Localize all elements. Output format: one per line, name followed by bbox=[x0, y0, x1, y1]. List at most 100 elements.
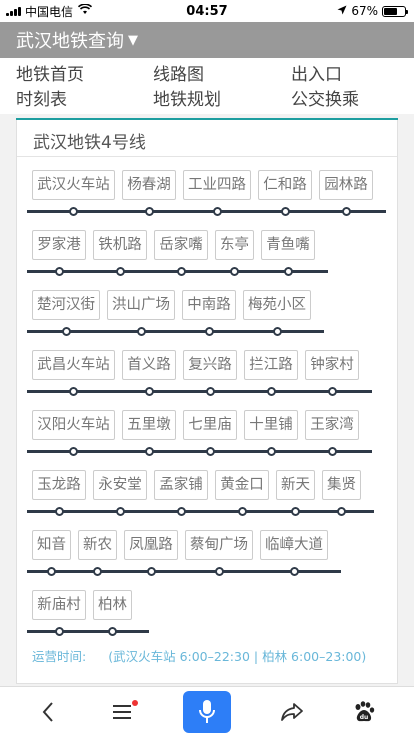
station-dot bbox=[69, 207, 78, 216]
nav-exits[interactable]: 出入口 bbox=[291, 60, 342, 85]
station-dot bbox=[108, 627, 117, 636]
station-button[interactable]: 集贤 bbox=[322, 470, 361, 500]
station-button[interactable]: 铁机路 bbox=[93, 230, 147, 260]
station-dot bbox=[291, 507, 300, 516]
app-header[interactable]: 武汉地铁查询 ▼ bbox=[0, 22, 414, 58]
station-dot bbox=[144, 207, 154, 216]
station-button[interactable]: 新天 bbox=[276, 470, 315, 500]
station-dot bbox=[61, 327, 71, 336]
station-dot bbox=[237, 507, 247, 516]
operating-hours-value: (武汉火车站 6:00–22:30 | 柏林 6:00–23:00) bbox=[108, 649, 367, 664]
station-button[interactable]: 东亭 bbox=[215, 230, 254, 260]
station-button[interactable]: 工业四路 bbox=[183, 170, 251, 200]
battery-icon bbox=[382, 5, 408, 17]
station-button[interactable]: 拦江路 bbox=[244, 350, 298, 380]
station-button[interactable]: 梅苑小区 bbox=[243, 290, 311, 320]
nav-grid: 地铁首页 线路图 出入口 时刻表 地铁规划 公交换乘 bbox=[0, 58, 414, 114]
location-icon bbox=[337, 4, 347, 18]
station-dot bbox=[69, 447, 78, 456]
station-dot bbox=[54, 267, 64, 276]
station-dot bbox=[230, 267, 239, 276]
station-button[interactable]: 知音 bbox=[32, 530, 71, 560]
station-button[interactable]: 孟家铺 bbox=[154, 470, 208, 500]
back-icon[interactable] bbox=[18, 687, 78, 736]
station-button[interactable]: 永安堂 bbox=[93, 470, 147, 500]
line-track bbox=[27, 630, 149, 633]
station-dot bbox=[327, 387, 337, 396]
station-button[interactable]: 杨春湖 bbox=[122, 170, 176, 200]
line-track bbox=[27, 210, 386, 213]
station-dot bbox=[280, 207, 290, 216]
station-dot bbox=[136, 327, 146, 336]
operating-label: 运营时间: bbox=[32, 649, 87, 664]
station-button[interactable]: 中南路 bbox=[182, 290, 236, 320]
station-dot bbox=[144, 387, 154, 396]
bottom-toolbar: du bbox=[0, 686, 414, 736]
station-button[interactable]: 罗家港 bbox=[32, 230, 86, 260]
nav-line-map[interactable]: 线路图 bbox=[153, 60, 204, 85]
caret-down-icon[interactable]: ▼ bbox=[128, 33, 138, 48]
station-button[interactable]: 青鱼嘴 bbox=[261, 230, 315, 260]
station-button[interactable]: 新农 bbox=[78, 530, 117, 560]
carrier-label: 中国电信 bbox=[25, 4, 74, 19]
station-button[interactable]: 仁和路 bbox=[258, 170, 312, 200]
station-button[interactable]: 十里铺 bbox=[244, 410, 298, 440]
station-button[interactable]: 汉阳火车站 bbox=[32, 410, 115, 440]
station-button[interactable]: 钟家村 bbox=[305, 350, 359, 380]
station-button[interactable]: 武汉火车站 bbox=[32, 170, 115, 200]
station-dot bbox=[146, 567, 156, 576]
station-dot bbox=[204, 327, 214, 336]
line-track bbox=[27, 390, 372, 393]
battery-percent: 67% bbox=[351, 4, 378, 18]
app-title[interactable]: 武汉地铁查询 bbox=[16, 27, 124, 53]
station-button[interactable]: 临嶂大道 bbox=[260, 530, 328, 560]
line-card: 武汉地铁4号线 武汉火车站 杨春湖 工业四路 仁和路 园林路 罗家港 铁机路 岳家嘴 东亭 青鱼嘴… bbox=[16, 120, 398, 684]
station-button[interactable]: 楚河汉街 bbox=[32, 290, 100, 320]
status-bar: 中国电信 04:57 67% bbox=[0, 0, 414, 22]
nav-metro-plan[interactable]: 地铁规划 bbox=[153, 85, 221, 110]
baidu-paw-icon[interactable]: du bbox=[334, 687, 394, 736]
station-dot bbox=[176, 267, 186, 276]
station-dot bbox=[47, 567, 56, 576]
station-button[interactable]: 黄金口 bbox=[215, 470, 269, 500]
station-dot bbox=[144, 447, 154, 456]
notification-dot bbox=[132, 700, 138, 706]
station-dot bbox=[69, 387, 78, 396]
nav-bus-transfer[interactable]: 公交换乘 bbox=[291, 85, 359, 110]
menu-icon[interactable] bbox=[92, 687, 152, 736]
station-dot bbox=[341, 207, 351, 216]
station-button[interactable]: 王家湾 bbox=[305, 410, 359, 440]
station-dot bbox=[289, 567, 299, 576]
station-button[interactable]: 岳家嘴 bbox=[154, 230, 208, 260]
operating-hours: 运营时间: (武汉火车站 6:00–22:30 | 柏林 6:00–23:00) bbox=[32, 646, 366, 665]
station-dot bbox=[54, 507, 64, 516]
share-icon[interactable] bbox=[262, 687, 322, 736]
station-button[interactable]: 蔡甸广场 bbox=[185, 530, 253, 560]
station-button[interactable]: 凤凰路 bbox=[124, 530, 178, 560]
station-button[interactable]: 首义路 bbox=[122, 350, 176, 380]
station-dot bbox=[283, 267, 293, 276]
station-button[interactable]: 武昌火车站 bbox=[32, 350, 115, 380]
station-dot bbox=[176, 507, 186, 516]
station-button[interactable]: 洪山广场 bbox=[107, 290, 175, 320]
station-button[interactable]: 五里墩 bbox=[122, 410, 176, 440]
station-button[interactable]: 复兴路 bbox=[183, 350, 237, 380]
svg-text:du: du bbox=[360, 714, 369, 721]
divider bbox=[17, 156, 397, 157]
station-button[interactable]: 柏林 bbox=[93, 590, 132, 620]
station-dot bbox=[272, 327, 282, 336]
station-button[interactable]: 七里庙 bbox=[183, 410, 237, 440]
station-dot bbox=[214, 567, 224, 576]
station-dot bbox=[337, 507, 346, 516]
station-dot bbox=[266, 447, 276, 456]
station-button[interactable]: 园林路 bbox=[319, 170, 373, 200]
station-dot bbox=[266, 387, 276, 396]
nav-home[interactable]: 地铁首页 bbox=[16, 60, 84, 85]
nav-timetable[interactable]: 时刻表 bbox=[16, 85, 67, 110]
microphone-icon[interactable] bbox=[183, 691, 231, 733]
station-button[interactable]: 玉龙路 bbox=[32, 470, 86, 500]
station-dot bbox=[115, 267, 125, 276]
station-dot bbox=[205, 387, 215, 396]
station-button[interactable]: 新庙村 bbox=[32, 590, 86, 620]
station-dot bbox=[327, 447, 337, 456]
